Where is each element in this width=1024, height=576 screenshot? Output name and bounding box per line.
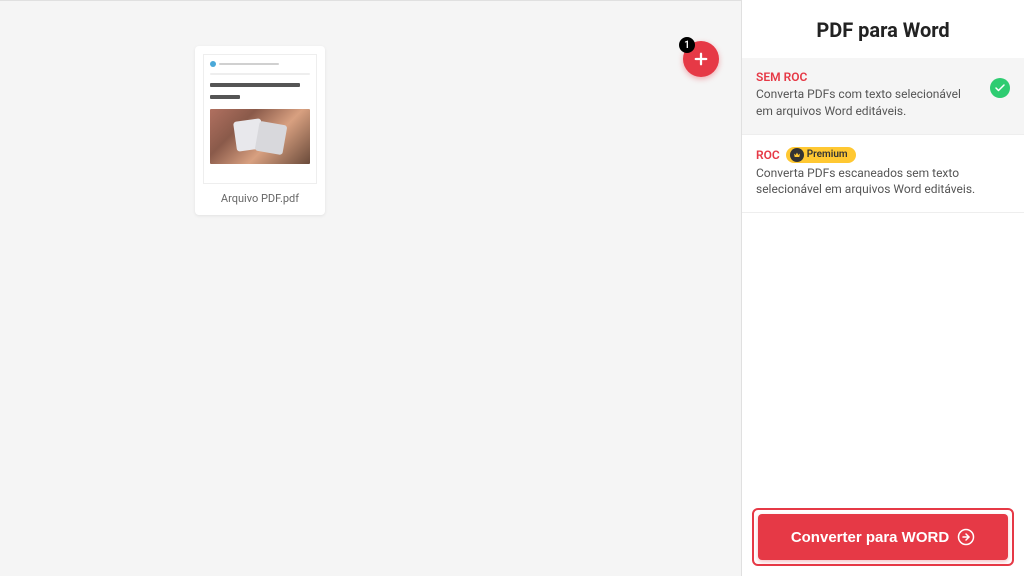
- file-name-label: Arquivo PDF.pdf: [221, 192, 299, 205]
- convert-button-highlight: Converter para WORD: [752, 508, 1014, 566]
- convert-button[interactable]: Converter para WORD: [758, 514, 1008, 560]
- option-ocr[interactable]: ROC Premium Converta PDFs escaneados sem…: [742, 135, 1024, 214]
- crown-icon: [790, 148, 804, 162]
- sidebar-title: PDF para Word: [742, 0, 1024, 58]
- options-sidebar: PDF para Word SEM ROC Converta PDFs com …: [741, 0, 1024, 576]
- sidebar-footer: Converter para WORD: [742, 498, 1024, 576]
- selected-check-icon: [990, 78, 1010, 98]
- premium-badge: Premium: [786, 147, 856, 163]
- plus-icon: [692, 50, 710, 68]
- file-thumbnail: [203, 54, 317, 184]
- add-file-button[interactable]: 1: [683, 41, 719, 77]
- main-workspace: Arquivo PDF.pdf 1: [0, 0, 741, 576]
- convert-button-label: Converter para WORD: [791, 529, 949, 546]
- file-card[interactable]: Arquivo PDF.pdf: [195, 46, 325, 215]
- option-description: Converta PDFs com texto selecionável em …: [756, 86, 980, 120]
- option-title: SEM ROC: [756, 70, 807, 84]
- premium-label: Premium: [807, 149, 848, 160]
- file-count-badge: 1: [679, 37, 695, 53]
- arrow-right-circle-icon: [957, 528, 975, 546]
- option-description: Converta PDFs escaneados sem texto selec…: [756, 165, 1010, 199]
- option-title: ROC: [756, 148, 780, 162]
- option-no-ocr[interactable]: SEM ROC Converta PDFs com texto selecion…: [742, 58, 1024, 135]
